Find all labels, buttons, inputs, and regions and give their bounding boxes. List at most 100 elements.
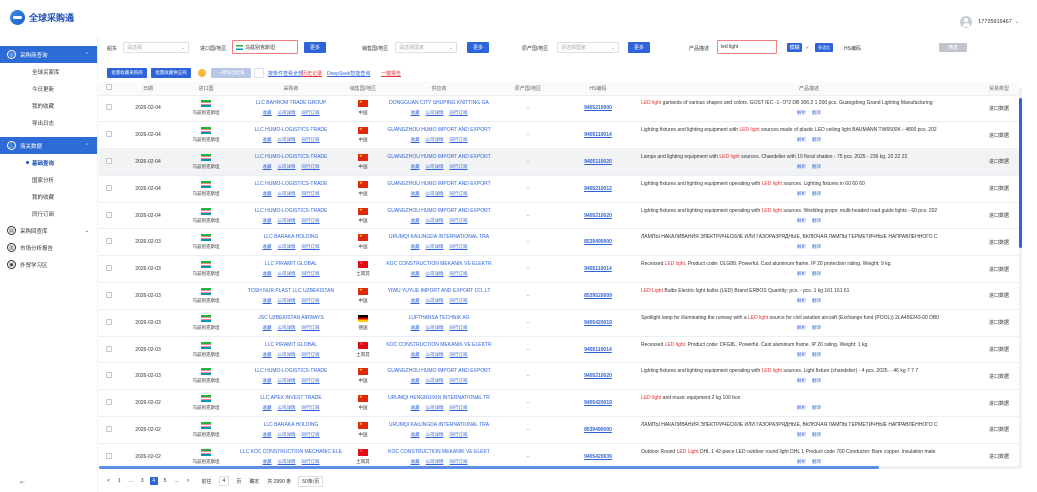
- company-details-link[interactable]: 公司详情: [278, 191, 296, 196]
- row-checkbox[interactable]: [99, 175, 119, 203]
- parse-link[interactable]: 解析: [797, 352, 806, 357]
- parse-link[interactable]: 解析: [797, 110, 806, 115]
- company-details-link[interactable]: 公司详情: [426, 271, 444, 276]
- table-row[interactable]: 2026-02-02 乌兹别克斯坦 LLC BARAKA HOLDING 收藏 公司详情…: [99, 416, 1019, 444]
- hs-code-link[interactable]: 9405110020: [584, 159, 612, 165]
- peer-subscribe-link[interactable]: 同行订阅: [450, 191, 468, 196]
- favorite-link[interactable]: 收藏: [263, 137, 272, 142]
- hs-code-link[interactable]: 9405110014: [584, 266, 612, 272]
- row-checkbox[interactable]: [99, 255, 119, 284]
- supplier-name-link[interactable]: DONGGUAN CITY SHUPING KNITTING GA: [381, 100, 497, 106]
- translate-link[interactable]: 翻译: [812, 110, 821, 115]
- peer-subscribe-link[interactable]: 同行订阅: [450, 137, 468, 142]
- peer-subscribe-link[interactable]: 同行订阅: [302, 298, 320, 303]
- horizontal-scrollbar[interactable]: [99, 466, 1021, 469]
- peer-subscribe-link[interactable]: 同行订阅: [302, 218, 320, 223]
- buyer-name-link[interactable]: LLC HUMO-LOGISTICS-TRADE: [237, 154, 345, 160]
- multilang-chip[interactable]: 多语言: [815, 43, 833, 52]
- company-details-link[interactable]: 公司详情: [426, 378, 444, 383]
- translate-link[interactable]: 翻译: [812, 325, 821, 330]
- row-checkbox[interactable]: [99, 389, 119, 418]
- supplier-name-link[interactable]: GUANGZHOU HUMO IMPORT AND EXPORT: [381, 368, 497, 374]
- filter-button[interactable]: 筛选: [939, 43, 967, 52]
- peer-subscribe-link[interactable]: 同行订阅: [450, 325, 468, 330]
- sidebar-item-peer-subscription[interactable]: 同行订阅: [0, 205, 97, 222]
- peer-subscribe-link[interactable]: 同行订阅: [302, 164, 320, 169]
- favorite-link[interactable]: 收藏: [411, 164, 420, 169]
- company-details-link[interactable]: 公司详情: [278, 298, 296, 303]
- parse-link[interactable]: 解析: [797, 137, 806, 142]
- hs-code-link[interactable]: 8539520009: [584, 293, 612, 299]
- company-details-link[interactable]: 公司详情: [278, 459, 296, 464]
- peer-subscribe-link[interactable]: 同行订阅: [450, 298, 468, 303]
- import-country-select[interactable]: 乌兹别克斯坦: [232, 40, 298, 54]
- favorite-link[interactable]: 收藏: [263, 378, 272, 383]
- translate-link[interactable]: 翻译: [812, 298, 821, 303]
- logo[interactable]: 全球采购通: [10, 10, 74, 25]
- table-row[interactable]: 2026-02-04 乌兹别克斯坦 LLC HUMO-LOGISTICS-TRADE…: [99, 175, 1019, 203]
- prev-page-button[interactable]: <: [107, 478, 110, 484]
- select-all-checkbox[interactable]: [99, 82, 119, 96]
- company-details-link[interactable]: 公司详情: [278, 405, 296, 410]
- company-details-link[interactable]: 公司详情: [426, 298, 444, 303]
- supplier-name-link[interactable]: KOC CONSTRUCTION MEKANIK VE ELEKTR: [381, 261, 497, 267]
- peer-subscribe-link[interactable]: 同行订阅: [302, 325, 320, 330]
- peer-subscribe-link[interactable]: 同行订阅: [450, 432, 468, 437]
- supplier-name-link[interactable]: KOC CONSTRUCTION MEKANIK VE ELEKTR: [381, 342, 497, 348]
- favorite-link[interactable]: 收藏: [411, 325, 420, 330]
- peer-subscribe-link[interactable]: 同行订阅: [302, 244, 320, 249]
- sidebar-item-basic-query[interactable]: 基础查询: [0, 154, 97, 171]
- parse-link[interactable]: 解析: [797, 271, 806, 276]
- favorite-link[interactable]: 收藏: [411, 110, 420, 115]
- row-checkbox[interactable]: [99, 443, 119, 468]
- hs-code-link[interactable]: 9405110014: [584, 132, 612, 138]
- row-checkbox[interactable]: [99, 416, 119, 444]
- favorite-link[interactable]: 收藏: [411, 137, 420, 142]
- sidebar-item-country-analysis[interactable]: 国家分析: [0, 171, 97, 188]
- row-checkbox[interactable]: [99, 282, 119, 310]
- col-import-country[interactable]: 进口国: [177, 82, 235, 96]
- favorite-link[interactable]: 收藏: [411, 244, 420, 249]
- col-origin-country[interactable]: 原产国/地区: [499, 82, 557, 96]
- peer-subscribe-link[interactable]: 同行订阅: [450, 271, 468, 276]
- peer-subscribe-link[interactable]: 同行订阅: [450, 110, 468, 115]
- table-row[interactable]: 2026-02-04 乌兹别克斯坦 LLC HUMO-LOGISTICS-TRADE…: [99, 121, 1019, 150]
- company-details-link[interactable]: 公司详情: [278, 110, 296, 115]
- row-checkbox[interactable]: [99, 309, 119, 337]
- peer-subscribe-link[interactable]: 同行订阅: [302, 191, 320, 196]
- translate-link[interactable]: 翻译: [812, 271, 821, 276]
- sidebar-item-favorites[interactable]: 我的收藏: [0, 97, 97, 114]
- company-details-link[interactable]: 公司详情: [426, 405, 444, 410]
- buyer-name-link[interactable]: LLC HUMO-LOGISTICS-TRADE: [237, 181, 345, 187]
- col-sales-country[interactable]: 销售国/地区: [347, 82, 379, 96]
- page-1[interactable]: 1: [118, 478, 121, 484]
- buyer-name-link[interactable]: LLC BAHROM TRADE GROUP: [237, 100, 345, 106]
- import-more-button[interactable]: 更多: [304, 42, 326, 53]
- sidebar-group-customs-data[interactable]: ⚓ 海关数据 ⌃: [0, 137, 97, 154]
- peer-subscribe-link[interactable]: 同行订阅: [450, 352, 468, 357]
- peer-subscribe-link[interactable]: 同行订阅: [302, 378, 320, 383]
- col-description[interactable]: 产品描述: [639, 82, 979, 96]
- company-details-link[interactable]: 公司详情: [278, 164, 296, 169]
- confirm-button[interactable]: 确定: [249, 478, 259, 485]
- parse-link[interactable]: 解析: [797, 378, 806, 383]
- favorite-link[interactable]: 收藏: [411, 432, 420, 437]
- hs-code-link[interactable]: 8539490000: [584, 239, 612, 245]
- buyer-name-link[interactable]: LLC HUMO-LOGISTICS-TRADE: [237, 127, 345, 133]
- peer-subscribe-link[interactable]: 同行订阅: [450, 244, 468, 249]
- table-row[interactable]: 2026-02-03 乌兹别克斯坦 LLC PIRAMIT GLOBAL 收藏 公司详情…: [99, 255, 1019, 284]
- buyer-name-link[interactable]: LLC PIRAMIT GLOBAL: [237, 342, 345, 348]
- company-details-link[interactable]: 公司详情: [278, 352, 296, 357]
- translate-link[interactable]: 翻译: [812, 432, 821, 437]
- product-desc-input[interactable]: led light: [717, 40, 777, 54]
- translate-link[interactable]: 翻译: [812, 352, 821, 357]
- page-5[interactable]: 5: [164, 478, 167, 484]
- translate-link[interactable]: 翻译: [812, 191, 821, 196]
- buyer-name-link[interactable]: LLC APEX INVEST TRADE: [237, 395, 345, 401]
- company-details-link[interactable]: 公司详情: [278, 325, 296, 330]
- batch-fav-supplier-button[interactable]: 批量收藏供应商: [151, 68, 191, 78]
- peer-subscribe-link[interactable]: 同行订阅: [302, 432, 320, 437]
- supplier-name-link[interactable]: KOC CONSTRUCTION MEKANIK VE ELEKT: [381, 449, 497, 455]
- shipowner-select[interactable]: 请选择 ⌄: [123, 42, 189, 53]
- company-details-link[interactable]: 公司详情: [426, 244, 444, 249]
